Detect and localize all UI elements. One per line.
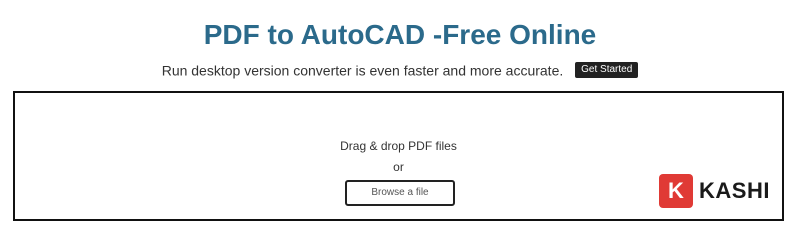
drag-drop-label: Drag & drop PDF files (340, 139, 457, 153)
page: PDF to AutoCAD -Free Online Run desktop … (0, 0, 800, 239)
page-title: PDF to AutoCAD -Free Online (203, 19, 597, 50)
or-label: or (393, 160, 404, 174)
kashi-logo-icon: K (659, 174, 693, 208)
browse-file-button[interactable]: Browse a file (345, 180, 455, 206)
subtitle-text: Run desktop version converter is even fa… (161, 62, 564, 79)
get-started-button[interactable]: Get Started (575, 62, 639, 79)
subtitle-row: Run desktop version converter is even fa… (0, 60, 800, 79)
kashi-logo: K KASHI (659, 174, 770, 208)
kashi-logo-text: KASHI (699, 178, 770, 203)
